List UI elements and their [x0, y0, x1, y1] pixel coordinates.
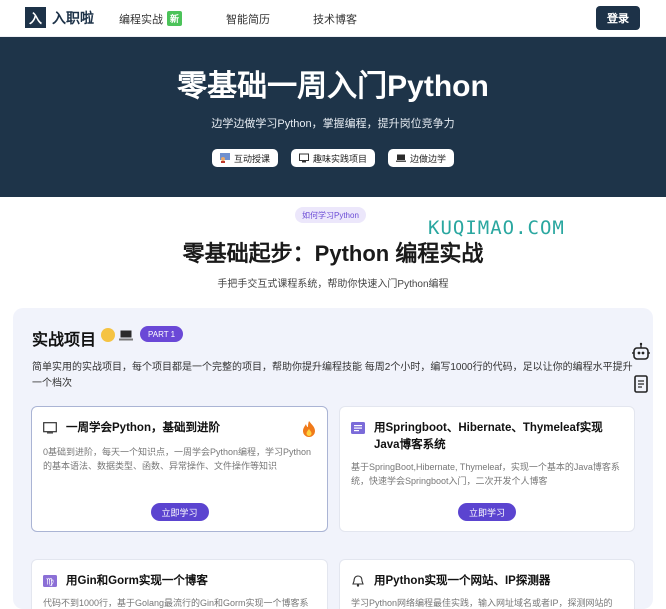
project-card[interactable]: 一周学会Python，基础到进阶 0基础到进阶，每天一个知识点，一周学会Pyth… — [31, 406, 328, 532]
card-header: 用Springboot、Hibernate、Thymeleaf实现Java博客系… — [351, 420, 624, 454]
section-subtitle: 手把手交互式课程系统，帮助你快速入门Python编程 — [217, 279, 449, 290]
document-icon — [351, 422, 365, 434]
fire-icon — [303, 421, 315, 437]
virgo-icon: ♍ — [43, 575, 57, 587]
projects-panel: 实战项目 PART 1 简单实用的实战项目，每个项目都是一个完整的项目，帮助你提… — [13, 308, 653, 609]
card-title: 用Springboot、Hibernate、Thymeleaf实现Java博客系… — [374, 422, 603, 451]
card-description: 学习Python网络编程最佳实践，输入网址域名或者IP，探测网站的 — [351, 598, 613, 608]
nav-link-blog[interactable]: 技术博客 — [313, 11, 357, 27]
part-badge: PART 1 — [140, 326, 184, 342]
start-learning-button[interactable]: 立即学习 — [458, 503, 516, 521]
monitor-icon — [298, 153, 309, 163]
laptop-icon — [396, 154, 406, 162]
teacher-icon — [219, 153, 230, 163]
nav-link-resume[interactable]: 智能简历 — [226, 11, 270, 27]
card-header: ♍ 用Gin和Gorm实现一个博客 — [43, 573, 317, 590]
robot-icon[interactable] — [630, 342, 652, 364]
document-icon[interactable] — [630, 373, 652, 395]
svg-text:♍: ♍ — [46, 578, 54, 588]
hero-tag-label: 互动授课 — [233, 153, 270, 164]
book-icon — [43, 422, 57, 434]
laptop-icon — [119, 330, 133, 341]
bell-icon — [352, 575, 364, 587]
card-description: 基于SpringBoot,Hibernate, Thymeleaf，实现一个基本… — [351, 462, 620, 486]
card-title: 一周学会Python，基础到进阶 — [66, 422, 220, 434]
nav-link-label: 编程实战 — [119, 14, 163, 26]
card-title: 用Gin和Gorm实现一个博客 — [66, 575, 208, 587]
logo-mark: 入 — [25, 7, 46, 28]
section-pill: 如何学习Python — [295, 207, 366, 223]
panel-title: 实战项目 — [32, 332, 97, 349]
start-learning-button[interactable]: 立即学习 — [150, 503, 209, 521]
new-badge: 新 — [167, 11, 183, 26]
project-card[interactable]: 用Python实现一个网站、IP探测器 学习Python网络编程最佳实践，输入网… — [339, 559, 635, 609]
project-card[interactable]: 用Springboot、Hibernate、Thymeleaf实现Java博客系… — [339, 406, 635, 532]
login-button[interactable]: 登录 — [596, 6, 640, 30]
hero-banner: 零基础一周入门Python 边学边做学习Python，掌握编程，提升岗位竞争力 … — [0, 37, 666, 197]
card-title: 用Python实现一个网站、IP探测器 — [374, 575, 551, 587]
hero-tag: 互动授课 — [211, 149, 278, 167]
panel-description: 简单实用的实战项目，每个项目都是一个完整的项目，帮助你提升编程技能 每周2个小时… — [32, 362, 633, 389]
hero-title: 零基础一周入门Python — [177, 70, 489, 103]
card-description: 0基础到进阶，每天一个知识点，一周学会Python编程，学习Python的基本语… — [43, 447, 312, 471]
section-title: 零基础起步：Python 编程实战 — [182, 241, 484, 266]
project-card[interactable]: ♍ 用Gin和Gorm实现一个博客 代码不到1000行，基于Golang最流行的… — [31, 559, 328, 609]
hero-tag: 趣味实践项目 — [290, 149, 375, 167]
logo-text: 入职啦 — [52, 9, 94, 26]
hero-tag-label: 趣味实践项目 — [312, 153, 367, 164]
hero-subtitle: 边学边做学习Python，掌握编程，提升岗位竞争力 — [211, 118, 455, 130]
hero-tag-label: 边做边学 — [410, 153, 447, 164]
hero-tags: 互动授课 趣味实践项目 边做边学 — [0, 149, 666, 167]
hero-tag: 边做边学 — [388, 149, 455, 167]
nav-link-coding[interactable]: 编程实战新 — [119, 11, 183, 27]
card-description: 代码不到1000行，基于Golang最流行的Gin和Gorm实现一个博客系 — [43, 598, 309, 608]
site-logo[interactable]: 入 入职啦 — [25, 7, 94, 28]
card-header: 一周学会Python，基础到进阶 — [43, 420, 317, 437]
card-header: 用Python实现一个网站、IP探测器 — [351, 573, 624, 590]
nerd-face-icon — [101, 328, 115, 342]
top-nav: 入 入职啦 编程实战新 智能简历 技术博客 登录 — [0, 0, 666, 37]
